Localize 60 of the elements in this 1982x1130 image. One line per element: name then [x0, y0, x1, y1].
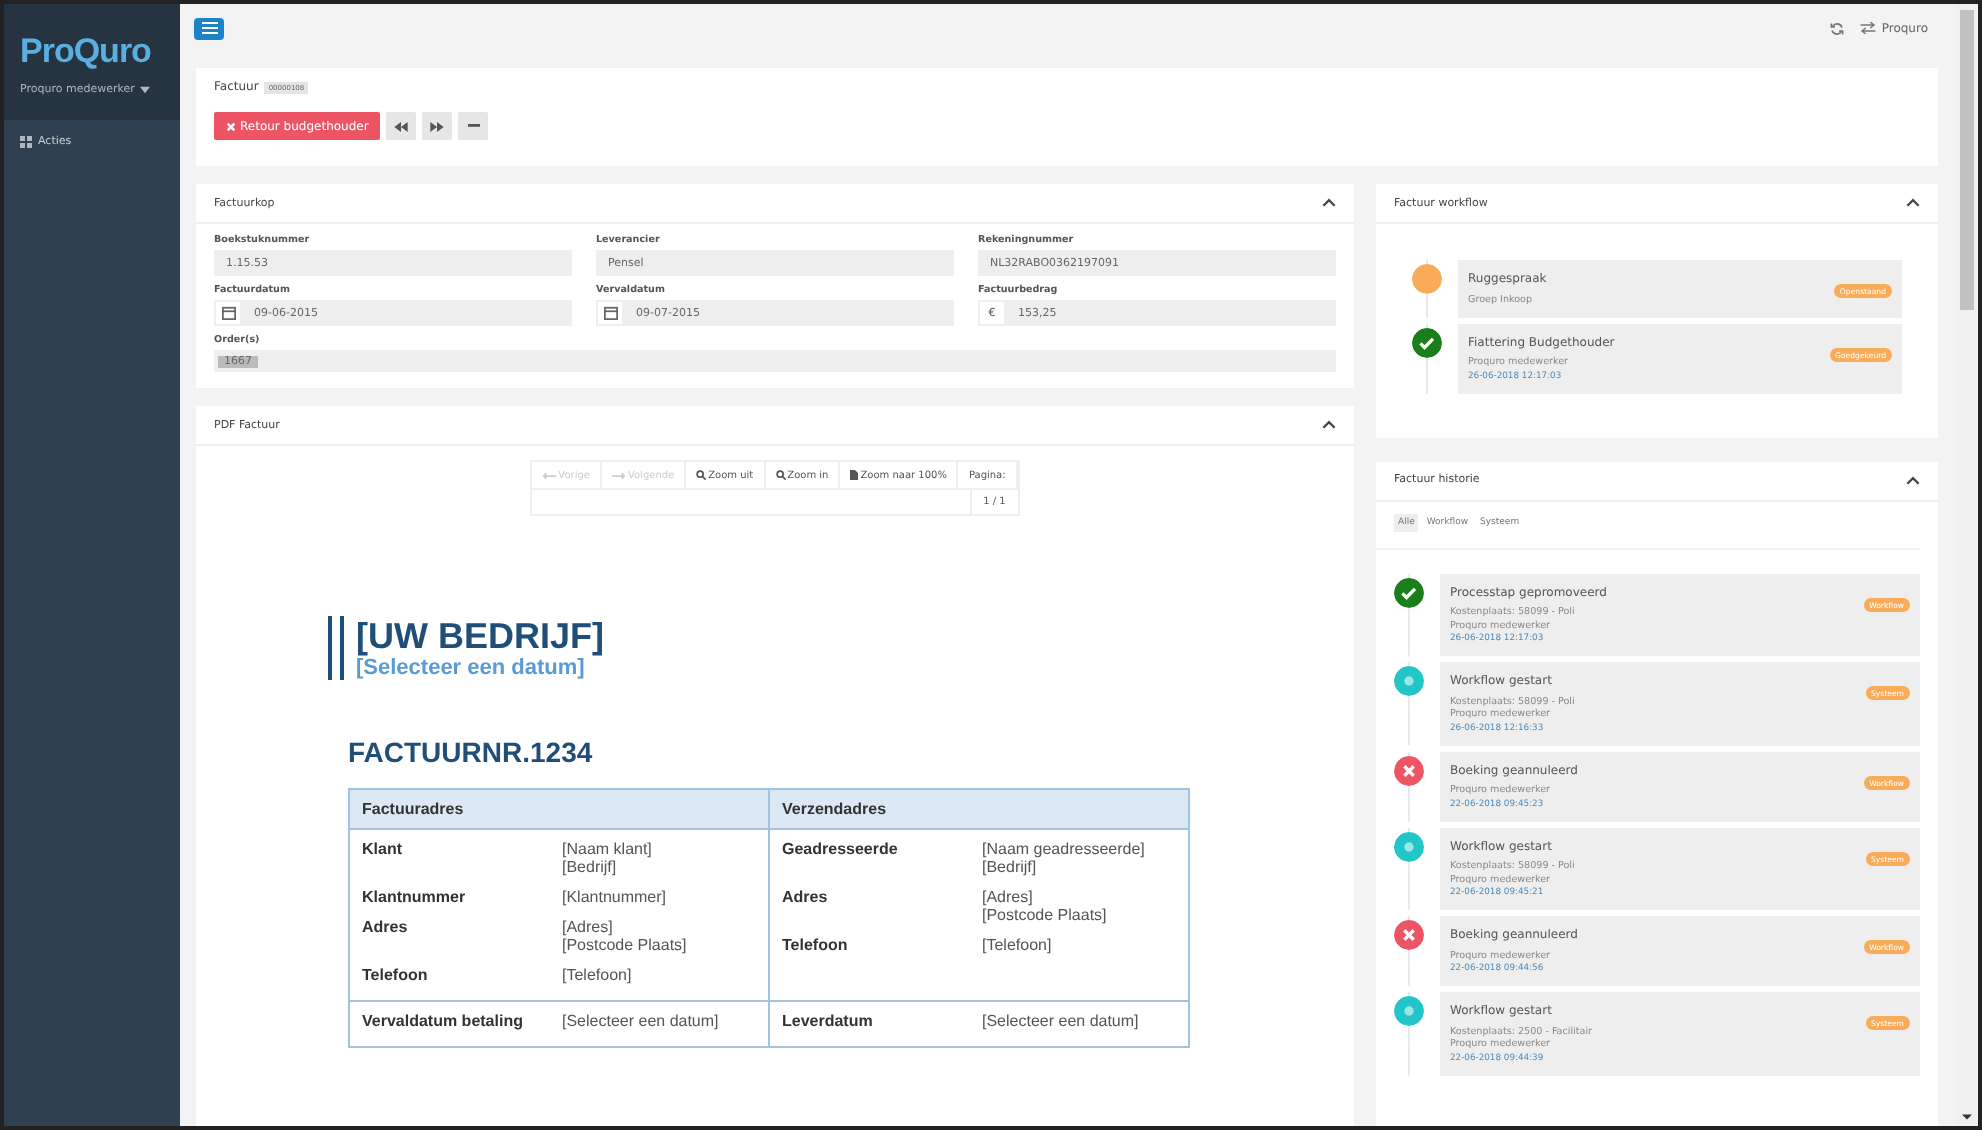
table-label: Klant	[362, 840, 404, 862]
refresh-icon[interactable]	[1829, 21, 1844, 35]
rewind-button[interactable]	[386, 112, 417, 140]
arrow-left-icon	[542, 471, 557, 479]
table-value: [Naam geadresseerde] [Bedrijf]	[982, 840, 1145, 876]
minus-icon	[467, 124, 480, 128]
status-dot-icon	[1412, 264, 1442, 294]
grid-icon	[20, 136, 32, 148]
collapse-icon[interactable]	[1906, 475, 1920, 485]
table-label: Leverdatum	[782, 1012, 875, 1030]
table-label: Telefoon	[362, 966, 430, 984]
table-value: [Adres] [Postcode Plaats]	[982, 888, 1107, 924]
table-value: [Telefoon]	[982, 936, 1052, 954]
table-header: Verzendadres	[769, 789, 1189, 829]
caret-icon[interactable]	[1962, 1114, 1972, 1120]
close-icon	[226, 121, 236, 131]
menu-button[interactable]	[194, 17, 224, 39]
rewind-icon	[394, 121, 409, 131]
scrollbar-thumb[interactable]	[1960, 10, 1974, 310]
collapse-icon[interactable]	[1322, 420, 1336, 430]
table-label: Telefoon	[782, 936, 850, 954]
invoice-number: FACTUURNR.1234	[348, 736, 595, 768]
collapse-icon[interactable]	[1906, 198, 1920, 208]
table-value: [Adres] [Postcode Plaats]	[562, 918, 687, 954]
check-icon	[1394, 577, 1424, 607]
table-value: [Telefoon]	[562, 966, 632, 984]
calendar-icon	[221, 306, 235, 320]
table-value: [Selecteer een datum]	[982, 1012, 1139, 1030]
scrollbar[interactable]	[1956, 4, 1978, 1126]
table-label: Geadresseerde	[782, 840, 900, 862]
swap-arrows-icon	[1859, 22, 1876, 34]
status-dot-icon	[1394, 666, 1424, 696]
search-icon	[775, 470, 786, 480]
caret-icon	[140, 86, 151, 94]
table-value: [Selecteer een datum]	[562, 1012, 719, 1030]
table-label: Adres	[362, 918, 410, 940]
table-header: Factuuradres	[349, 789, 769, 829]
file-icon	[850, 470, 859, 480]
cross-icon	[1394, 920, 1424, 950]
table-value: [Naam klant] [Bedrijf]	[562, 840, 652, 876]
search-icon	[696, 470, 707, 480]
table-value: [Klantnummer]	[562, 888, 667, 906]
check-icon	[1412, 327, 1442, 357]
more-button[interactable]	[458, 112, 489, 140]
cross-icon	[1394, 755, 1424, 785]
table-label: Klantnummer	[362, 888, 468, 906]
company-name: [UW BEDRIJF]	[356, 616, 604, 656]
accent-bars	[328, 616, 344, 680]
status-dot-icon	[1394, 831, 1424, 861]
collapse-icon[interactable]	[1322, 198, 1336, 208]
menu-icon	[201, 22, 217, 34]
document-date: [Selecteer een datum]	[356, 656, 587, 680]
fast-forward-button[interactable]	[422, 112, 453, 140]
table-label: Adres	[782, 888, 830, 910]
arrow-right-icon	[611, 471, 626, 479]
calendar-icon	[603, 306, 617, 320]
logo: ProQuro	[20, 32, 151, 72]
table-label: Vervaldatum betaling	[362, 1012, 525, 1030]
status-dot-icon	[1394, 996, 1424, 1026]
fast-forward-icon	[430, 121, 445, 131]
